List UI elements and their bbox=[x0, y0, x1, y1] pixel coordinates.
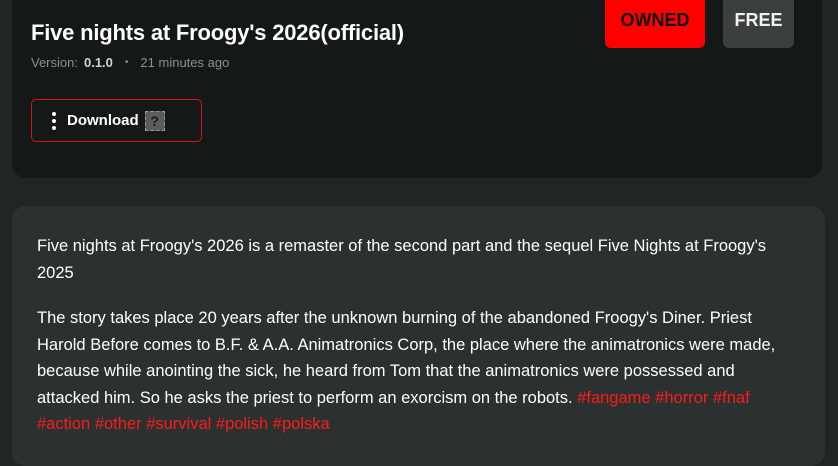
updated-time: 21 minutes ago bbox=[140, 55, 230, 70]
download-button[interactable]: Download ? bbox=[31, 99, 202, 142]
tag-link[interactable]: #other bbox=[95, 415, 142, 433]
game-title: Five nights at Froogy's 2026(official) bbox=[31, 20, 404, 45]
version-label: Version: bbox=[31, 55, 78, 70]
kebab-menu-icon bbox=[52, 111, 56, 130]
tag-link[interactable]: #polska bbox=[273, 415, 330, 433]
description-card: Five nights at Froogy's 2026 is a remast… bbox=[12, 206, 825, 466]
tag-link[interactable]: #polish bbox=[216, 415, 268, 433]
owned-badge: OWNED bbox=[605, 0, 705, 48]
version-value: 0.1.0 bbox=[83, 55, 113, 70]
missing-emoji-icon: ? bbox=[144, 110, 165, 131]
description-paragraph-2: The story takes place 20 years after the… bbox=[37, 305, 800, 438]
free-price-badge: FREE bbox=[723, 0, 794, 48]
separator-dot: • bbox=[124, 57, 129, 68]
tag-link[interactable]: #fangame bbox=[577, 389, 650, 407]
description-paragraph-1: Five nights at Froogy's 2026 is a remast… bbox=[37, 237, 767, 282]
tag-link[interactable]: #survival bbox=[146, 415, 211, 433]
download-label: Download bbox=[67, 112, 139, 129]
tag-link[interactable]: #fnaf bbox=[713, 389, 750, 407]
tag-link[interactable]: #action bbox=[37, 415, 90, 433]
game-meta: Version: 0.1.0 • 21 minutes ago bbox=[31, 55, 229, 70]
tag-link[interactable]: #horror bbox=[655, 389, 708, 407]
